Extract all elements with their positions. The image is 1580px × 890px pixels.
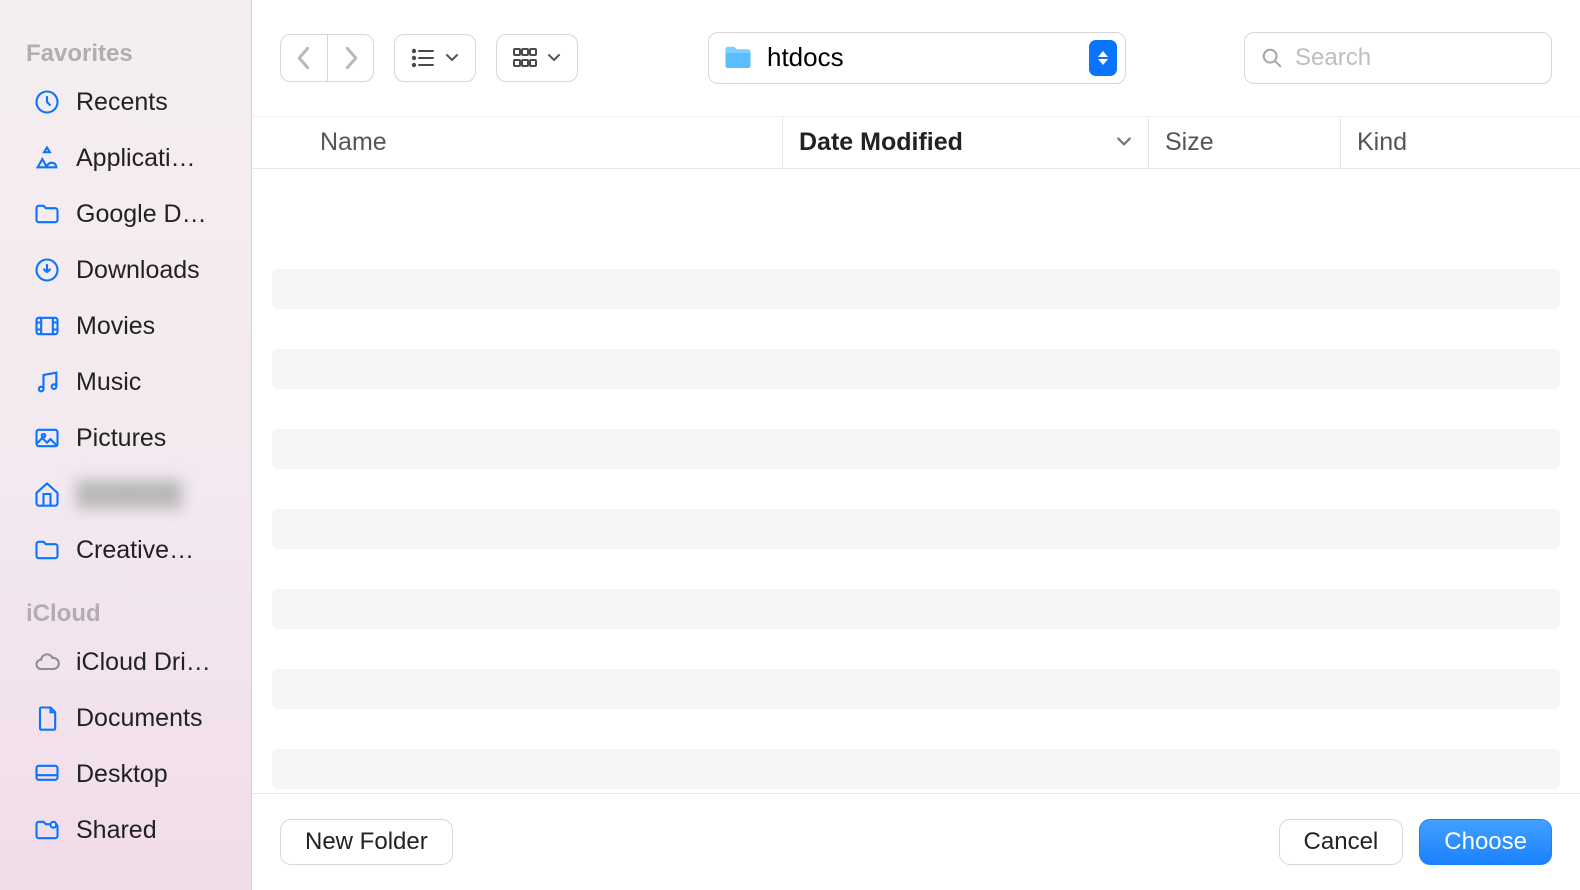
- movie-icon: [32, 311, 62, 341]
- view-list-button[interactable]: [394, 34, 476, 82]
- sidebar-section-icloud: iCloud: [0, 592, 251, 634]
- folder-icon: [32, 535, 62, 565]
- sidebar-item-label: Music: [76, 368, 141, 397]
- column-date-modified[interactable]: Date Modified: [782, 117, 1148, 169]
- picture-icon: [32, 423, 62, 453]
- search-input[interactable]: [1295, 33, 1535, 83]
- sidebar-item-movies[interactable]: Movies: [0, 298, 251, 354]
- file-list[interactable]: [252, 169, 1580, 792]
- download-icon: [32, 255, 62, 285]
- folder-icon: [32, 199, 62, 229]
- nav-back-forward: [280, 34, 374, 82]
- empty-row: [272, 189, 1560, 229]
- sidebar-item-documents[interactable]: Documents: [0, 690, 251, 746]
- sidebar-item-home[interactable]: ██████: [0, 466, 251, 522]
- empty-row: [272, 269, 1560, 309]
- sidebar-item-label: Applicati…: [76, 144, 196, 173]
- sidebar-item-label: Google D…: [76, 200, 207, 229]
- clock-icon: [32, 87, 62, 117]
- sidebar-item-label: Creative…: [76, 536, 194, 565]
- file-list-stripes: [272, 189, 1560, 789]
- sidebar-item-google-drive[interactable]: Google D…: [0, 186, 251, 242]
- sort-desc-icon: [1116, 136, 1132, 148]
- sidebar-item-label: iCloud Dri…: [76, 648, 211, 677]
- sidebar: Favorites Recents Applicati… Google D… D…: [0, 0, 252, 890]
- home-icon: [32, 479, 62, 509]
- column-kind[interactable]: Kind: [1340, 117, 1580, 169]
- sidebar-item-label: Pictures: [76, 424, 166, 453]
- choose-button[interactable]: Choose: [1419, 819, 1552, 865]
- group-by-button[interactable]: [496, 34, 578, 82]
- sidebar-item-pictures[interactable]: Pictures: [0, 410, 251, 466]
- column-size[interactable]: Size: [1148, 117, 1340, 169]
- sidebar-item-downloads[interactable]: Downloads: [0, 242, 251, 298]
- chevron-down-icon: [547, 53, 561, 63]
- cloud-icon: [32, 647, 62, 677]
- location-name: htdocs: [767, 42, 1075, 73]
- empty-row: [272, 669, 1560, 709]
- location-stepper-icon: [1089, 40, 1117, 76]
- sidebar-item-label: Documents: [76, 704, 202, 733]
- sidebar-item-label: ██████: [76, 480, 182, 509]
- footer: New Folder Cancel Choose: [252, 793, 1580, 890]
- sidebar-item-label: Downloads: [76, 256, 200, 285]
- sidebar-item-creative[interactable]: Creative…: [0, 522, 251, 578]
- back-button[interactable]: [281, 35, 327, 81]
- empty-row: [272, 589, 1560, 629]
- list-view-icon: [411, 48, 435, 68]
- column-headers: Name Date Modified Size Kind: [252, 117, 1580, 170]
- folder-icon: [723, 43, 753, 73]
- empty-row: [272, 749, 1560, 789]
- shared-folder-icon: [32, 815, 62, 845]
- search-field[interactable]: [1244, 32, 1552, 84]
- empty-row: [272, 509, 1560, 549]
- main-pane: htdocs Name Date Modified Size Kind: [252, 0, 1580, 890]
- empty-row: [272, 429, 1560, 469]
- music-icon: [32, 367, 62, 397]
- sidebar-section-favorites: Favorites: [0, 32, 251, 74]
- sidebar-item-recents[interactable]: Recents: [0, 74, 251, 130]
- new-folder-button[interactable]: New Folder: [280, 819, 453, 865]
- column-name[interactable]: Name: [252, 117, 782, 169]
- location-popup[interactable]: htdocs: [708, 32, 1126, 84]
- sidebar-item-label: Desktop: [76, 760, 168, 789]
- forward-button[interactable]: [327, 35, 373, 81]
- search-icon: [1261, 47, 1283, 69]
- sidebar-item-shared[interactable]: Shared: [0, 802, 251, 858]
- sidebar-item-icloud-drive[interactable]: iCloud Dri…: [0, 634, 251, 690]
- chevron-down-icon: [445, 53, 459, 63]
- empty-row: [272, 349, 1560, 389]
- sidebar-item-label: Movies: [76, 312, 155, 341]
- sidebar-item-desktop[interactable]: Desktop: [0, 746, 251, 802]
- toolbar: htdocs: [252, 0, 1580, 117]
- sidebar-item-music[interactable]: Music: [0, 354, 251, 410]
- desktop-icon: [32, 759, 62, 789]
- apps-icon: [32, 143, 62, 173]
- grid-group-icon: [513, 48, 537, 68]
- sidebar-item-label: Recents: [76, 88, 168, 117]
- cancel-button[interactable]: Cancel: [1279, 819, 1404, 865]
- sidebar-item-applications[interactable]: Applicati…: [0, 130, 251, 186]
- sidebar-item-label: Shared: [76, 816, 157, 845]
- document-icon: [32, 703, 62, 733]
